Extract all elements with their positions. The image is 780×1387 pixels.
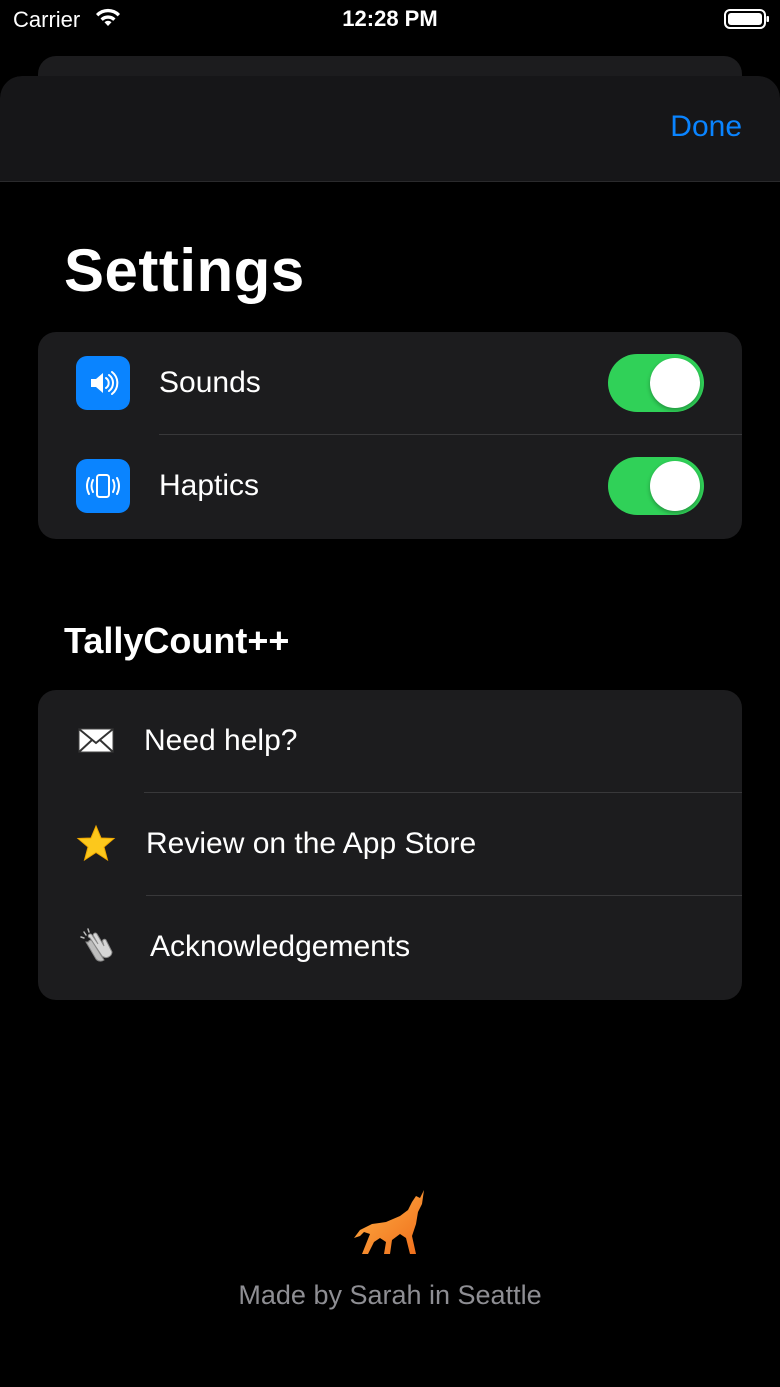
need-help-label: Need help? [144, 724, 298, 757]
acknowledgements-label: Acknowledgements [150, 930, 411, 963]
star-icon [76, 823, 116, 863]
haptics-icon [76, 459, 130, 513]
sounds-row: Sounds [38, 332, 742, 435]
wolf-icon [350, 1188, 430, 1260]
status-bar: Carrier 12:28 PM [0, 0, 780, 40]
haptics-label: Haptics [159, 469, 260, 502]
toggles-group: Sounds Haptics [38, 332, 742, 539]
section-title: TallyCount++ [64, 620, 290, 661]
settings-sheet: Done Settings Sounds Haptics TallyCount+… [0, 76, 780, 1387]
speaker-icon [76, 356, 130, 410]
nav-bar: Done [0, 76, 780, 182]
clock: 12:28 PM [342, 6, 438, 31]
haptics-toggle[interactable] [608, 457, 704, 515]
footer-credit: Made by Sarah in Seattle [238, 1280, 542, 1310]
links-group: Need help? Review on the App Store Ackno… [38, 690, 742, 1000]
review-row[interactable]: Review on the App Store [38, 793, 742, 896]
sounds-toggle[interactable] [608, 354, 704, 412]
haptics-row: Haptics [38, 435, 742, 538]
done-button[interactable]: Done [670, 110, 742, 144]
screen: Carrier 12:28 PM Done Settings Sounds Ha… [0, 0, 780, 1387]
clapping-hands-icon [78, 926, 118, 966]
acknowledgements-row[interactable]: Acknowledgements [38, 896, 742, 999]
need-help-row[interactable]: Need help? [38, 690, 742, 793]
toggle-knob [650, 461, 700, 511]
page-title: Settings [64, 237, 305, 304]
review-label: Review on the App Store [146, 827, 477, 860]
sounds-label: Sounds [159, 366, 261, 399]
battery-icon [724, 9, 770, 29]
toggle-knob [650, 358, 700, 408]
envelope-icon [76, 720, 116, 760]
